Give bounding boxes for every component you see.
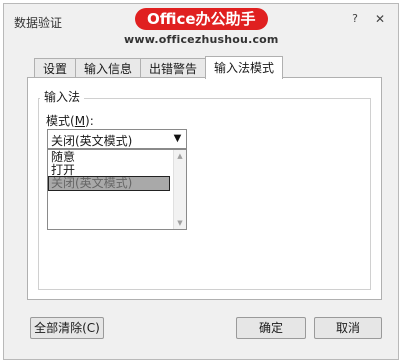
ok-button[interactable]: 确定 xyxy=(236,317,306,339)
chevron-down-icon[interactable]: ▼ xyxy=(169,130,186,148)
mode-select-value: 关闭(英文模式) xyxy=(51,134,133,148)
mode-label: 模式(M): xyxy=(46,112,94,129)
watermark-logo: Office办公助手 xyxy=(135,8,268,30)
tab-settings[interactable]: 设置 xyxy=(34,58,77,79)
dialog-title: 数据验证 xyxy=(14,16,63,30)
watermark-url: www.officezhushou.com xyxy=(124,33,279,46)
mode-select[interactable]: 关闭(英文模式) ▼ xyxy=(47,129,187,149)
ime-mode-panel: 输入法 模式(M): 关闭(英文模式) ▼ 随意 打开 关闭(英文模式) ▲ ▼ xyxy=(27,77,382,300)
tab-strip: 设置 输入信息 出错警告 输入法模式 xyxy=(34,56,284,79)
mode-label-accesskey: M xyxy=(74,114,86,128)
data-validation-dialog: 数据验证 ? ✕ Office办公助手 www.officezhushou.co… xyxy=(3,3,399,360)
close-icon[interactable]: ✕ xyxy=(371,11,389,27)
cancel-button[interactable]: 取消 xyxy=(314,317,382,339)
tab-input-message[interactable]: 输入信息 xyxy=(75,58,142,79)
clear-all-button[interactable]: 全部清除(C) xyxy=(30,317,104,339)
mode-label-prefix: 模式( xyxy=(46,114,75,128)
dropdown-scrollbar[interactable]: ▲ ▼ xyxy=(173,150,186,229)
option-off-english[interactable]: 关闭(英文模式) xyxy=(48,176,170,191)
mode-label-suffix: ): xyxy=(85,114,94,128)
tab-error-alert[interactable]: 出错警告 xyxy=(140,58,207,79)
ime-group-legend: 输入法 xyxy=(40,88,85,105)
scroll-up-icon[interactable]: ▲ xyxy=(174,150,186,162)
help-icon[interactable]: ? xyxy=(346,11,364,27)
tab-ime-mode[interactable]: 输入法模式 xyxy=(205,56,284,79)
scroll-down-icon[interactable]: ▼ xyxy=(174,217,186,229)
mode-dropdown-list: 随意 打开 关闭(英文模式) ▲ ▼ xyxy=(47,149,187,230)
watermark: Office办公助手 www.officezhushou.com xyxy=(124,8,279,46)
